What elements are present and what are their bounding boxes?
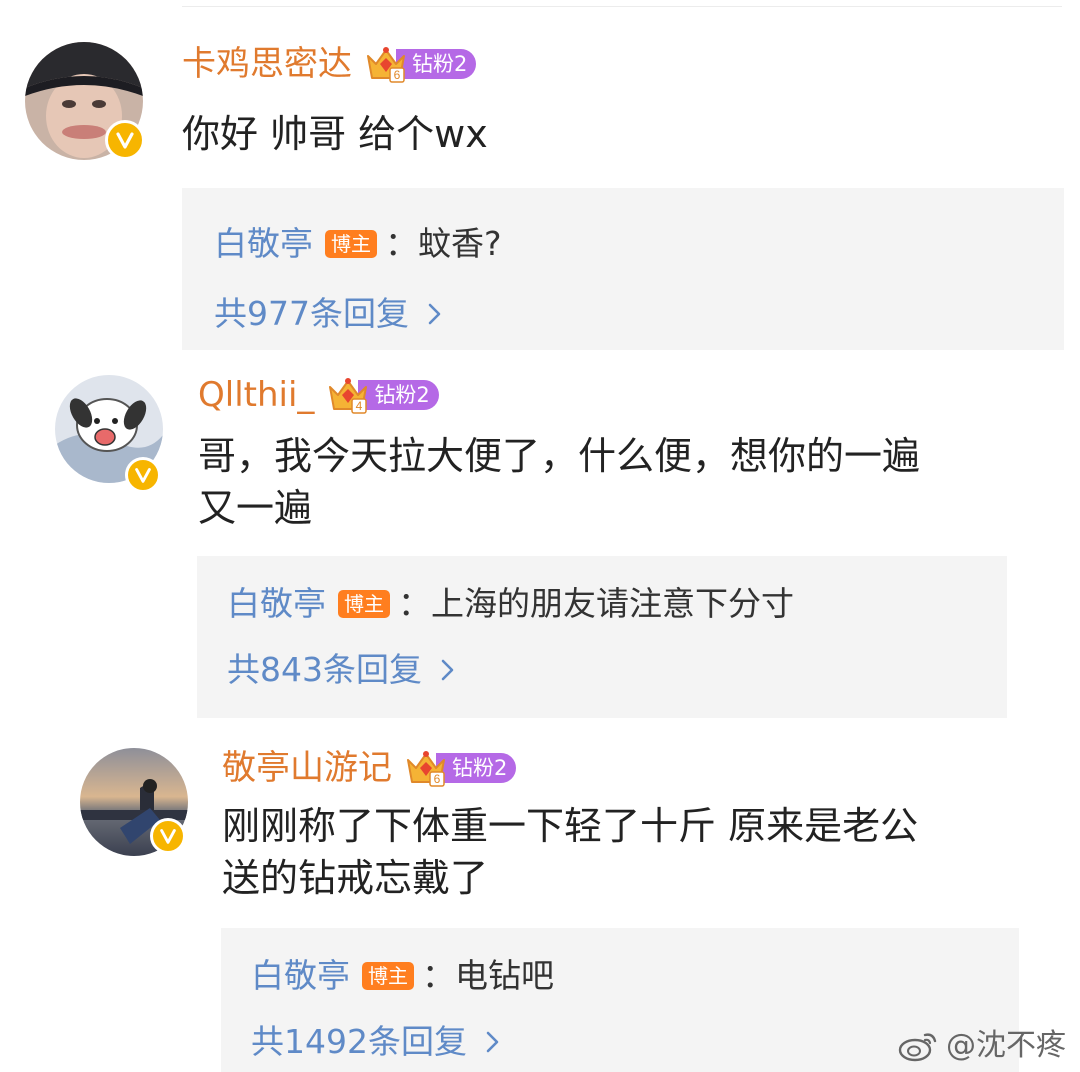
crown-level: 6 — [394, 68, 401, 82]
fan-badge-label: 钻粉2 — [396, 49, 477, 79]
comment-text-line: 你好 帅哥 给个wx — [182, 112, 488, 156]
reply-text: 电钻吧 — [455, 956, 554, 995]
reply-count-link[interactable]: 共843条回复 — [227, 650, 456, 690]
reply-count-link[interactable]: 共977条回复 — [214, 294, 443, 334]
blogger-tag: 博主 — [325, 230, 377, 258]
username[interactable]: 卡鸡思密达 — [182, 44, 352, 84]
username[interactable]: Qllthii_ — [198, 375, 314, 415]
verified-v-icon — [105, 120, 145, 160]
reply-count: 共1492条回复 — [251, 1022, 467, 1061]
verified-v-icon — [125, 457, 161, 493]
chevron-right-icon — [486, 1031, 499, 1053]
username-row: 卡鸡思密达 6 钻粉2 — [182, 44, 477, 84]
reply-separator: ： — [398, 584, 431, 623]
username-row: 敬亭山游记 6 钻粉2 — [222, 748, 517, 788]
comment-text-line: 刚刚称了下体重一下轻了十斤 原来是老公 — [222, 804, 919, 848]
crown-icon: 4 — [329, 378, 368, 414]
comment-text: 你好 帅哥 给个wx — [182, 108, 488, 160]
fan-badge[interactable]: 6 钻粉2 — [404, 748, 517, 788]
crown-icon: 6 — [407, 751, 445, 787]
comment-item: 敬亭山游记 6 钻粉2 刚刚称了下体重一下轻了十斤 原来是老公 送的钻戒忘戴了 … — [0, 730, 1080, 1072]
blogger-tag: 博主 — [362, 962, 414, 990]
reply-count: 共843条回复 — [227, 650, 422, 689]
reply-separator: ： — [422, 956, 455, 995]
reply-author[interactable]: 白敬亭 — [227, 584, 326, 624]
reply-count-link[interactable]: 共1492条回复 — [251, 1022, 501, 1062]
chevron-right-icon — [428, 303, 441, 325]
fan-badge[interactable]: 6 钻粉2 — [364, 44, 477, 84]
comment-text: 刚刚称了下体重一下轻了十斤 原来是老公 送的钻戒忘戴了 — [222, 800, 918, 904]
watermark: @沈不疼 — [898, 1026, 1066, 1066]
reply-count: 共977条回复 — [214, 294, 409, 333]
crown-level: 6 — [434, 772, 441, 786]
reply-line: 白敬亭 博主 ： 蚊香? — [214, 224, 502, 264]
username[interactable]: 敬亭山游记 — [222, 748, 392, 788]
reply-box[interactable]: 白敬亭 博主 ： 蚊香? 共977条回复 — [182, 188, 1064, 350]
fan-badge-label: 钻粉2 — [358, 380, 439, 410]
avatar[interactable] — [55, 375, 163, 493]
reply-separator: ： — [385, 224, 418, 263]
blogger-tag: 博主 — [338, 590, 390, 618]
avatar[interactable] — [25, 42, 145, 160]
reply-line: 白敬亭 博主 ： 上海的朋友请注意下分寸 — [227, 584, 794, 624]
comment-text-line: 哥，我今天拉大便了，什么便，想你的一遍 — [198, 434, 921, 478]
fan-badge[interactable]: 4 钻粉2 — [326, 375, 439, 415]
reply-text: 蚊香? — [418, 224, 502, 263]
crown-icon: 6 — [367, 47, 405, 83]
verified-v-icon — [150, 818, 186, 854]
watermark-text: @沈不疼 — [946, 1028, 1066, 1063]
username-row: Qllthii_ 4 钻粉2 — [198, 375, 439, 415]
reply-text: 上海的朋友请注意下分寸 — [431, 584, 794, 623]
fan-badge-label: 钻粉2 — [436, 753, 517, 783]
comment-text-line: 又一遍 — [198, 486, 313, 530]
avatar[interactable] — [80, 748, 188, 856]
comment-item: 卡鸡思密达 6 钻粉2 你好 帅哥 给个wx 白敬亭 博主 ： 蚊香? 共977… — [0, 0, 1080, 360]
reply-author[interactable]: 白敬亭 — [251, 956, 350, 996]
chevron-right-icon — [441, 659, 454, 681]
reply-line: 白敬亭 博主 ： 电钻吧 — [251, 956, 554, 996]
comment-item: Qllthii_ 4 钻粉2 哥，我今天拉大便了，什么便，想你的一遍 又一遍 白… — [0, 360, 1080, 730]
comment-text-line: 送的钻戒忘戴了 — [222, 856, 489, 900]
comment-text: 哥，我今天拉大便了，什么便，想你的一遍 又一遍 — [198, 430, 920, 534]
reply-author[interactable]: 白敬亭 — [214, 224, 313, 264]
crown-level: 4 — [356, 399, 363, 413]
reply-box[interactable]: 白敬亭 博主 ： 上海的朋友请注意下分寸 共843条回复 — [197, 556, 1007, 718]
weibo-logo-icon — [898, 1033, 937, 1062]
